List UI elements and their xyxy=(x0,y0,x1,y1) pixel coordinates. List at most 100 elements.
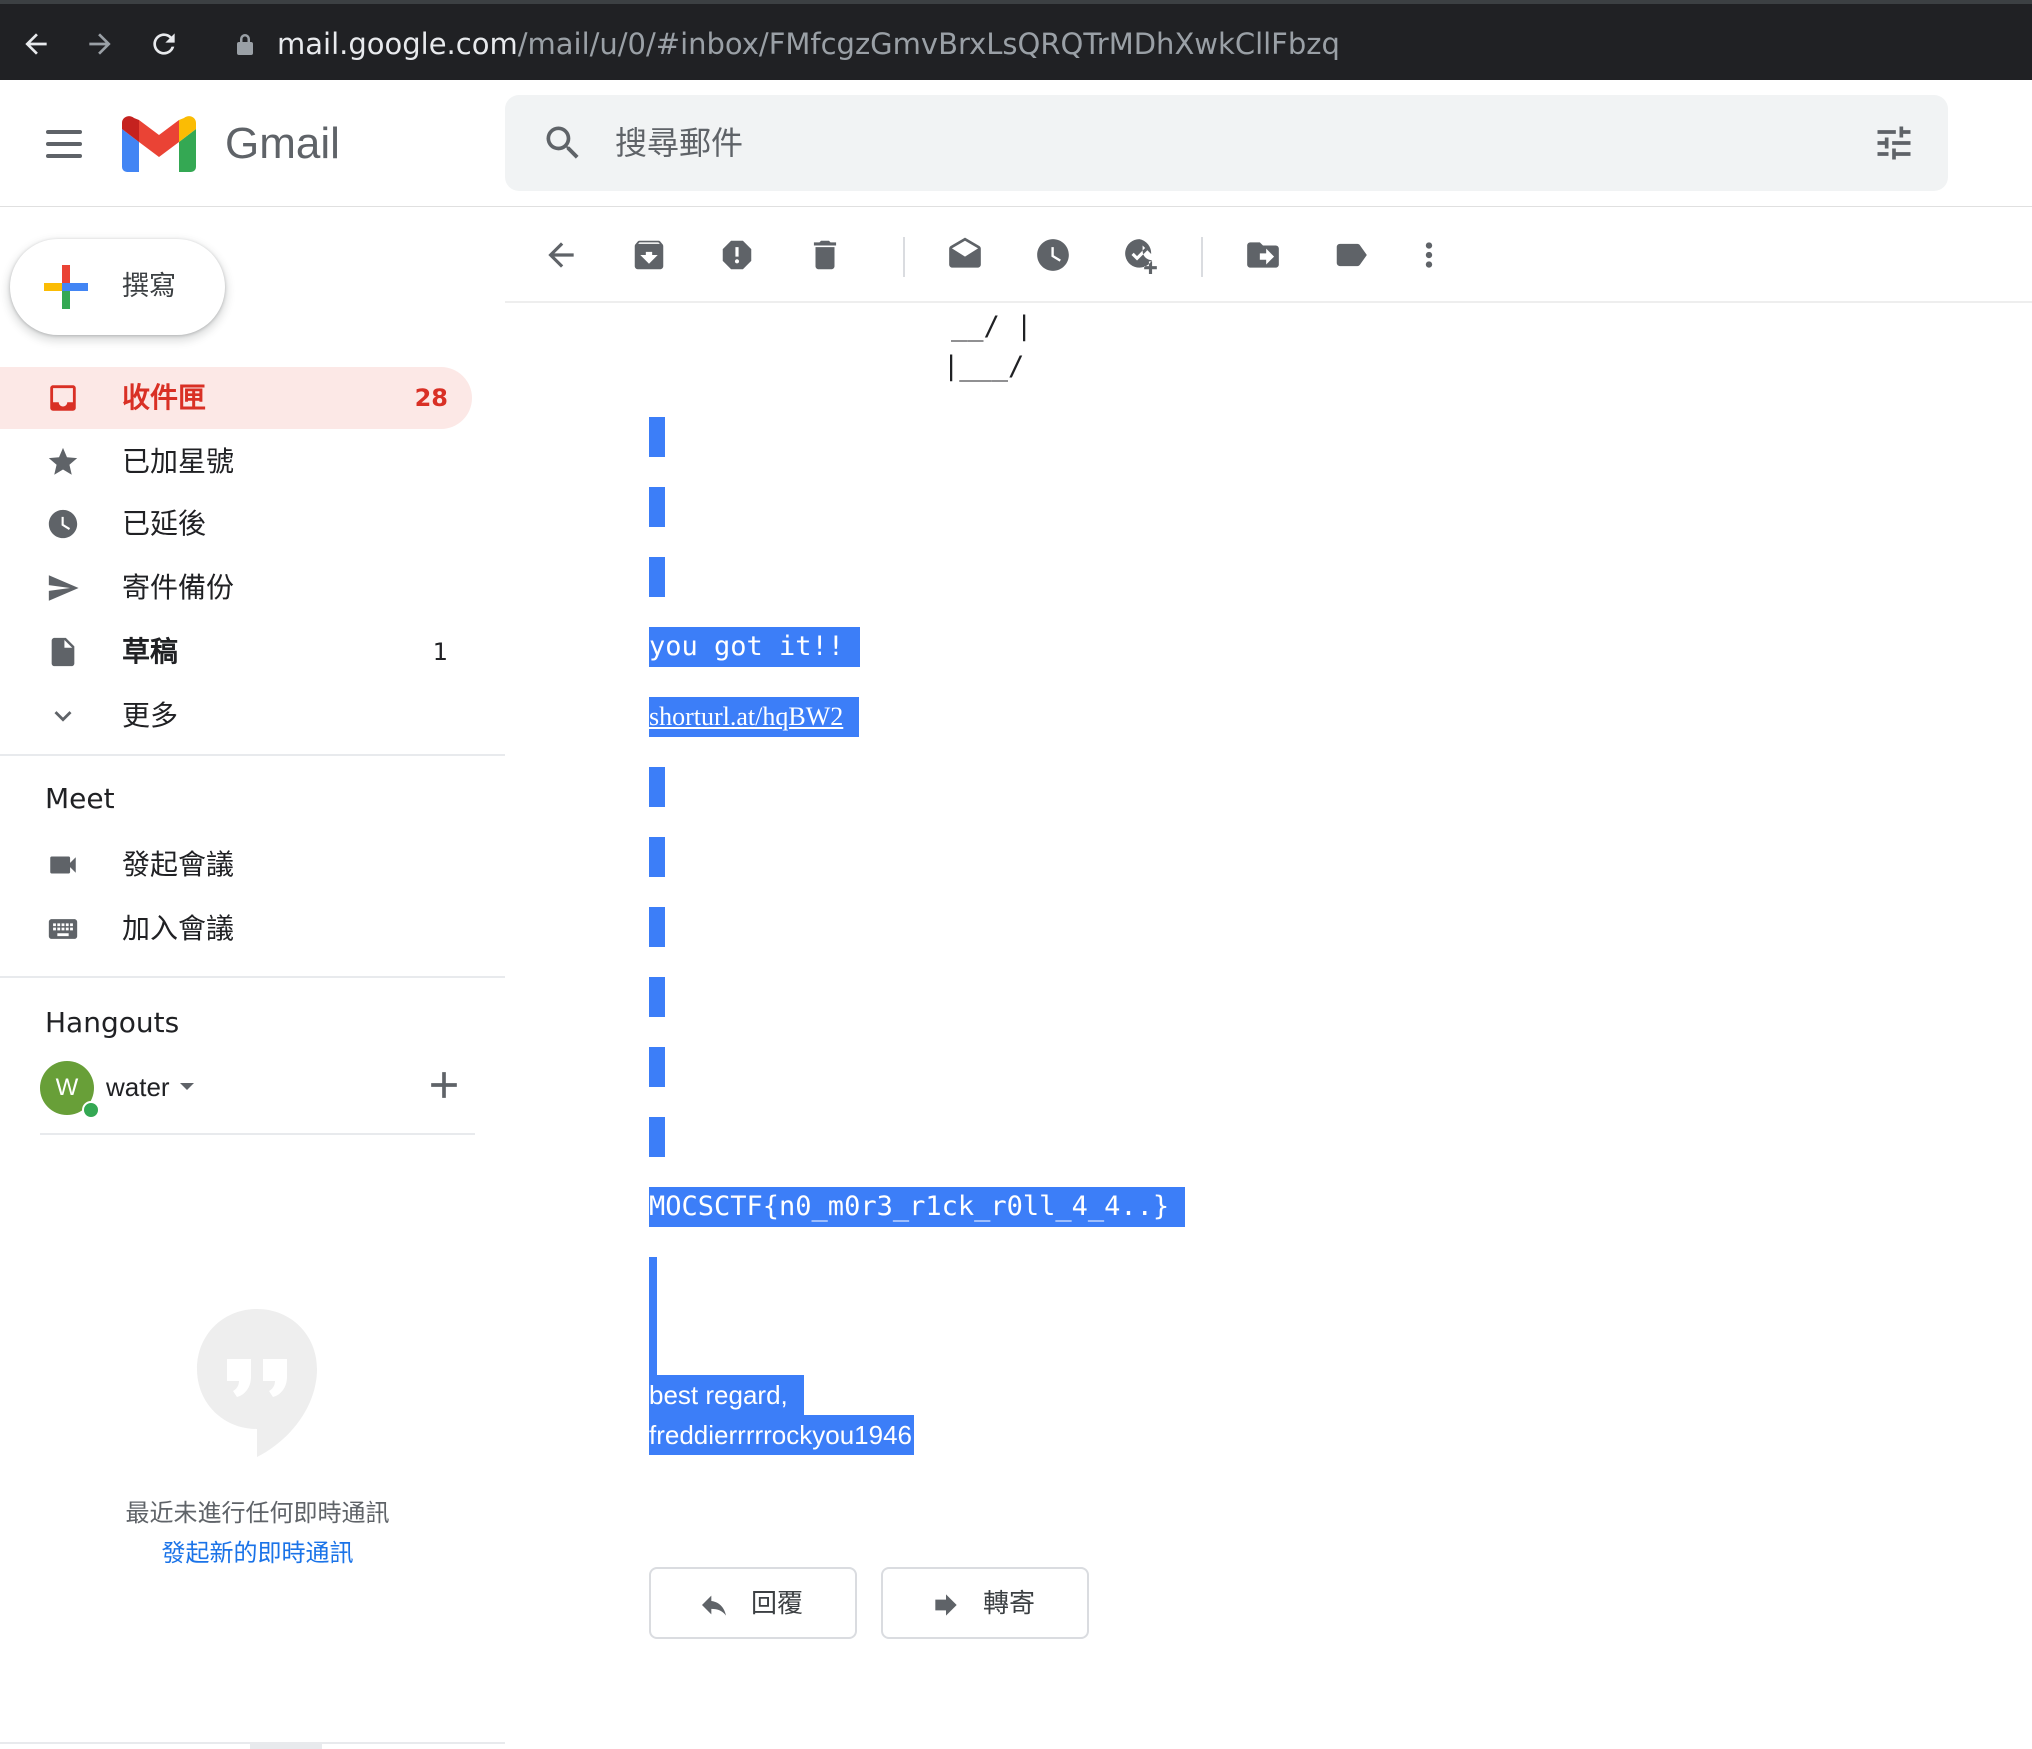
sidebar-item-sent[interactable]: 寄件備份 xyxy=(0,557,472,619)
selected-empty-line xyxy=(649,1257,657,1375)
url-path: /mail/u/0/#inbox/FMfcgzGmvBrxLsQRQTrMDhX… xyxy=(517,27,1340,61)
hangouts-user-name[interactable]: water xyxy=(106,1069,170,1105)
add-icon[interactable] xyxy=(422,1063,466,1107)
message-line: you got it!! xyxy=(649,627,861,667)
toolbar-separator xyxy=(903,237,905,277)
search-options-icon[interactable] xyxy=(1872,121,1916,165)
search-bar[interactable] xyxy=(505,95,1948,191)
sidebar-item-inbox[interactable]: 收件匣 28 xyxy=(0,367,472,429)
compose-label: 撰寫 xyxy=(122,271,176,302)
selected-empty-line xyxy=(649,557,665,597)
sidebar-item-label: 已加星號 xyxy=(122,445,235,478)
star-icon xyxy=(46,445,80,479)
keyboard-icon xyxy=(46,912,80,946)
message-line: best regard, xyxy=(649,1375,804,1415)
meet-item-new-meeting[interactable]: 發起會議 xyxy=(0,834,472,896)
delete-icon xyxy=(813,240,837,270)
draft-count: 1 xyxy=(432,638,448,666)
snooze-button[interactable] xyxy=(1031,233,1075,277)
divider xyxy=(0,754,505,756)
compose-button[interactable]: 撰寫 xyxy=(10,239,225,335)
reply-icon xyxy=(702,1595,726,1616)
delete-button[interactable] xyxy=(803,233,847,277)
selected-empty-line xyxy=(649,1047,665,1087)
message-flag-line: MOCSCTF{n0_m0r3_r1ck_r0ll_4_4..} xyxy=(649,1187,1186,1227)
sidebar-item-more[interactable]: 更多 xyxy=(0,685,472,747)
search-input[interactable] xyxy=(615,119,1765,167)
compose-plus-icon xyxy=(44,265,88,309)
selected-empty-line xyxy=(649,907,665,947)
hangouts-user[interactable]: W water xyxy=(40,1057,475,1119)
add-to-tasks-button[interactable] xyxy=(1119,233,1163,277)
hangouts-empty-text: 最近未進行任何即時通訊 xyxy=(125,1499,390,1527)
reload-icon xyxy=(153,33,175,55)
hangouts-start-chat-link[interactable]: 發起新的即時通訊 xyxy=(0,1535,515,1571)
sidebar-bottom-tab[interactable] xyxy=(250,1744,322,1749)
browser-toolbar: mail.google.com/mail/u/0/#inbox/FMfcgzGm… xyxy=(0,0,2032,80)
hangouts-section-title: Hangouts xyxy=(45,1006,180,1039)
sidebar: 撰寫 收件匣 28 已加星號 已延後 寄件備份 草稿 1 更多 Meet 發起會… xyxy=(0,207,505,1749)
arrow-left-icon xyxy=(25,33,47,55)
more-vert-icon xyxy=(1425,242,1433,268)
sidebar-item-drafts[interactable]: 草稿 1 xyxy=(0,621,472,683)
gmail-wordmark: Gmail xyxy=(225,119,340,168)
browser-reload-button[interactable] xyxy=(142,22,186,66)
sidebar-item-label: 寄件備份 xyxy=(122,571,235,604)
sidebar-item-label: 收件匣 xyxy=(122,381,207,414)
sidebar-item-snoozed[interactable]: 已延後 xyxy=(0,493,472,555)
forward-button[interactable]: 轉寄 xyxy=(881,1567,1089,1639)
mark-unread-button[interactable] xyxy=(943,233,987,277)
message-toolbar xyxy=(505,207,2032,303)
message-signature: freddierrrrrockyou1946 xyxy=(649,1415,915,1455)
video-camera-icon xyxy=(46,848,80,882)
selected-empty-line xyxy=(649,837,665,877)
selected-empty-line xyxy=(649,487,665,527)
browser-back-button[interactable] xyxy=(14,22,58,66)
unread-count: 28 xyxy=(414,384,448,412)
browser-forward-button[interactable] xyxy=(78,22,122,66)
more-options-button[interactable] xyxy=(1407,233,1451,277)
meet-item-label: 發起會議 xyxy=(122,848,235,881)
arrow-right-icon xyxy=(89,33,111,55)
ascii-art-line: __/ | xyxy=(951,311,1033,342)
sidebar-item-starred[interactable]: 已加星號 xyxy=(0,431,472,493)
message-link[interactable]: shorturl.at/hqBW2 xyxy=(649,697,860,737)
reply-button[interactable]: 回覆 xyxy=(649,1567,857,1639)
meet-item-join-meeting[interactable]: 加入會議 xyxy=(0,898,472,960)
online-status-dot xyxy=(82,1101,100,1119)
selected-empty-line xyxy=(649,977,665,1017)
move-to-button[interactable] xyxy=(1241,233,1285,277)
reply-label: 回覆 xyxy=(751,1589,804,1619)
caret-down-icon[interactable] xyxy=(180,1083,194,1090)
sidebar-item-label: 已延後 xyxy=(122,507,207,540)
gmail-logo-icon[interactable] xyxy=(122,116,196,172)
quote-bubble-icon xyxy=(197,1309,317,1457)
move-to-icon xyxy=(1247,242,1279,268)
divider xyxy=(40,1133,475,1135)
selected-empty-line xyxy=(649,1117,665,1157)
search-icon[interactable] xyxy=(541,121,585,165)
message-body: __/ | |___/ you got it!! shorturl.at/hqB… xyxy=(505,303,2032,1749)
lock-icon xyxy=(236,32,254,56)
address-bar[interactable]: mail.google.com/mail/u/0/#inbox/FMfcgzGm… xyxy=(277,26,1340,62)
label-icon xyxy=(1336,243,1367,267)
add-to-tasks-icon xyxy=(1125,239,1157,274)
toolbar-separator xyxy=(1201,237,1203,277)
inbox-icon xyxy=(46,381,80,415)
archive-button[interactable] xyxy=(627,233,671,277)
back-to-inbox-button[interactable] xyxy=(539,233,583,277)
mark-unread-icon xyxy=(949,237,981,268)
clock-icon xyxy=(46,507,80,541)
meet-section-title: Meet xyxy=(45,782,115,815)
report-spam-button[interactable] xyxy=(715,233,759,277)
forward-icon xyxy=(935,1594,957,1616)
main-menu-button[interactable] xyxy=(36,116,92,172)
back-arrow-icon xyxy=(548,242,574,268)
selected-empty-line xyxy=(649,767,665,807)
archive-icon xyxy=(634,240,664,270)
gmail-header: Gmail xyxy=(0,80,2032,207)
forward-label: 轉寄 xyxy=(983,1589,1036,1619)
draft-icon xyxy=(46,635,80,669)
sidebar-item-label: 更多 xyxy=(122,699,179,732)
label-button[interactable] xyxy=(1329,233,1373,277)
